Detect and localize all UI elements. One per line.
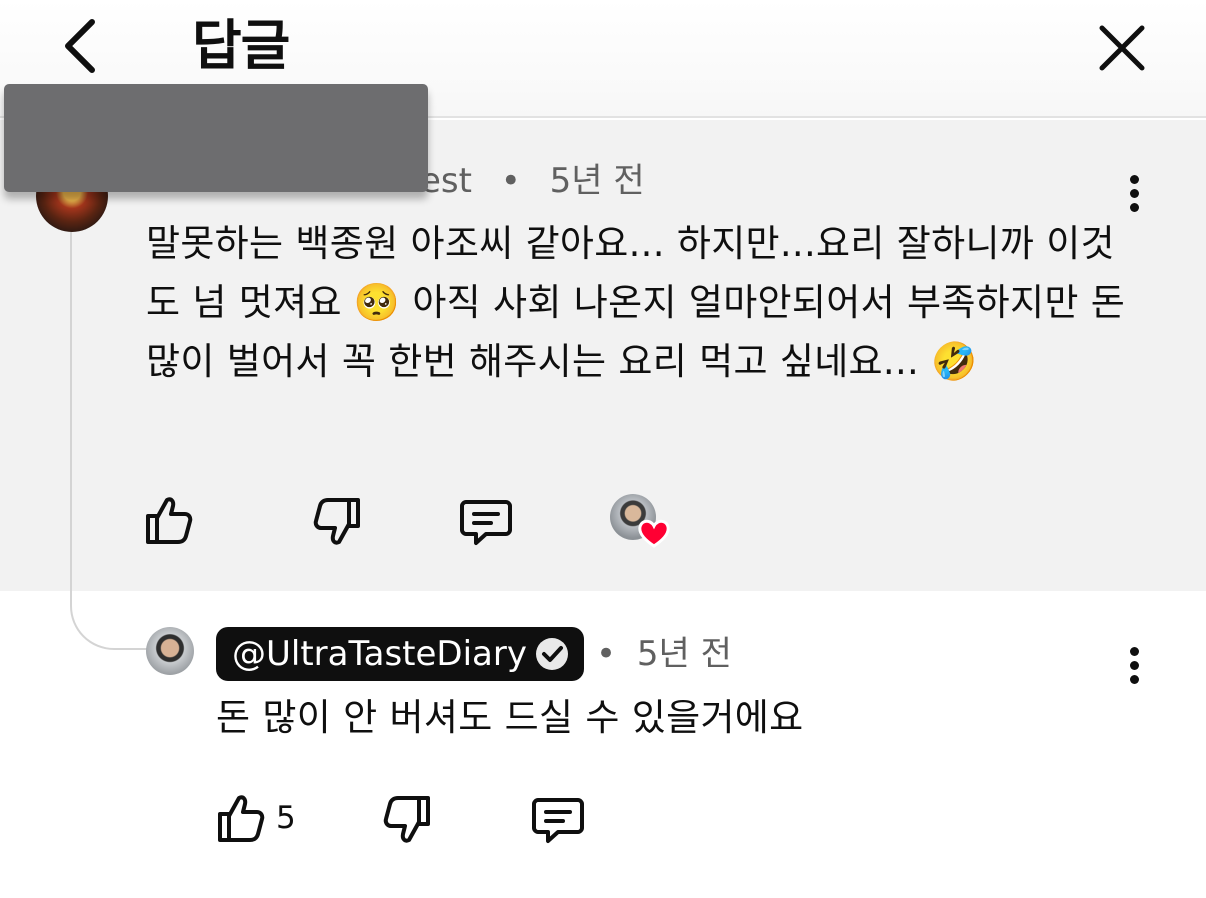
close-icon [1099, 25, 1145, 71]
parent-comment-time: 5년 전 [549, 161, 645, 201]
reply-time: 5년 전 [636, 634, 732, 674]
parent-comment-text: 말못하는 백종원 아조씨 같아요... 하지만...요리 잘하니까 이것도 넘 … [146, 222, 1126, 383]
meta-separator: • [596, 634, 617, 674]
reply-reply-button[interactable] [530, 792, 586, 852]
page-title: 답글 [192, 14, 290, 77]
thumbs-up-icon [146, 497, 193, 544]
reply-dislike-button[interactable] [380, 792, 436, 852]
reply-like-button[interactable] [212, 790, 268, 850]
back-button[interactable] [54, 14, 114, 78]
verified-check-icon [536, 638, 568, 670]
reply-avatar[interactable] [146, 627, 194, 675]
creator-heart-badge [610, 494, 670, 548]
reply-meta: • 5년 전 [596, 627, 732, 681]
redaction-box [4, 84, 428, 192]
meta-separator: • [500, 161, 521, 201]
thumbs-down-icon [383, 796, 430, 843]
reply-text: 돈 많이 안 버셔도 드실 수 있을거에요 [216, 696, 804, 739]
parent-comment-meta: est • 5년 전 [420, 156, 645, 206]
parent-reply-button[interactable] [458, 494, 514, 554]
reply-more-button[interactable] [1122, 644, 1146, 694]
reply-icon [532, 798, 584, 843]
reply-icon [460, 500, 512, 545]
creator-heart-icon [638, 519, 670, 548]
reply-author-handle: @UltraTasteDiary [232, 634, 527, 674]
parent-like-button[interactable] [140, 492, 196, 552]
replies-screen: 답글 est • 5년 전 말못하는 백종원 아조씨 같아요... 하지만...… [0, 0, 1206, 898]
reply-like-count: 5 [276, 800, 296, 836]
close-button[interactable] [1092, 18, 1152, 78]
chevron-left-icon [65, 19, 95, 73]
thumbs-up-icon [218, 795, 265, 842]
thumbs-down-icon [313, 498, 360, 545]
creator-handle-badge[interactable]: @UltraTasteDiary [216, 627, 584, 681]
thread-connector-line [70, 228, 150, 650]
parent-dislike-button[interactable] [310, 494, 366, 554]
